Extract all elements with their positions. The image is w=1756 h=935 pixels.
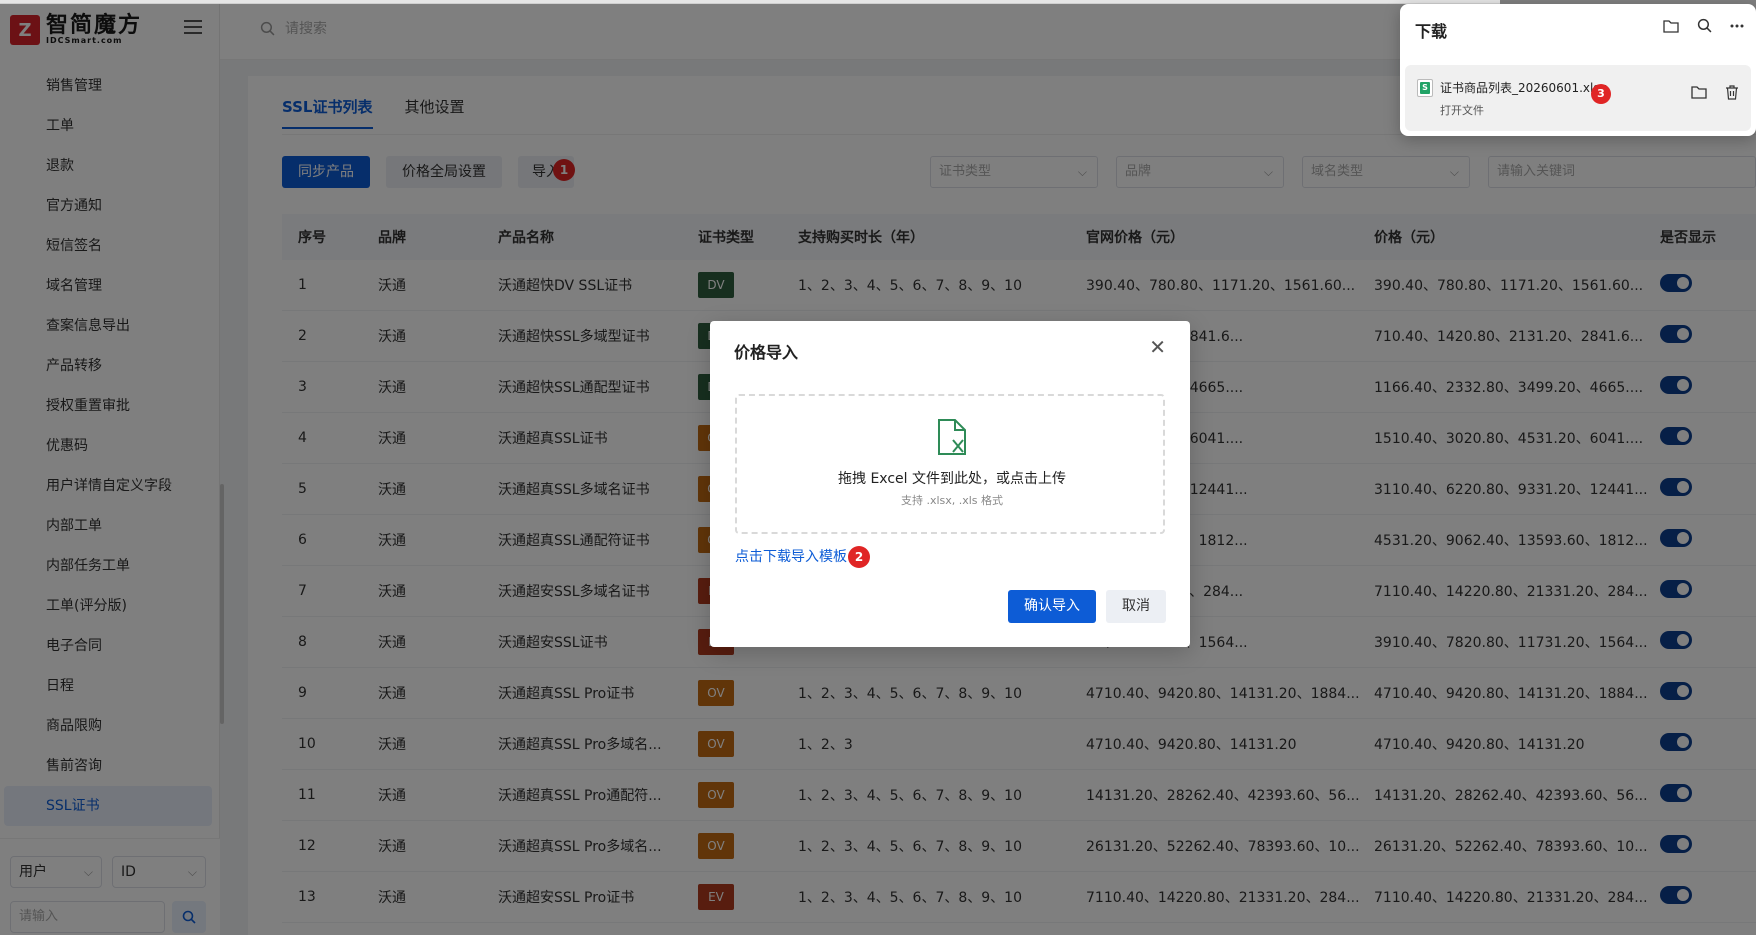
cancel-button[interactable]: 取消 (1106, 590, 1166, 623)
close-icon[interactable]: ✕ (1149, 337, 1166, 357)
download-template-link[interactable]: 点击下载导入模板 (735, 546, 847, 566)
browser-chrome (0, 0, 1500, 4)
open-file-link[interactable]: 打开文件 (1440, 102, 1484, 118)
annotation-badge-3: 3 (1591, 84, 1611, 104)
price-import-modal: 价格导入 ✕ 拖拽 Excel 文件到此处，或点击上传 支持 .xlsx, .x… (710, 321, 1190, 647)
folder-icon[interactable] (1663, 19, 1679, 33)
confirm-import-button[interactable]: 确认导入 (1008, 590, 1096, 623)
download-panel: 下载 S 证书商品列表_20260601.xlsx 打开文件 3 (1400, 4, 1756, 136)
trash-icon[interactable] (1725, 85, 1739, 100)
show-in-folder-icon[interactable] (1691, 85, 1707, 99)
annotation-badge-2: 2 (848, 546, 870, 568)
search-icon[interactable] (1697, 18, 1712, 33)
excel-file-icon (938, 419, 966, 455)
dropzone-text: 拖拽 Excel 文件到此处，或点击上传 (838, 471, 1066, 487)
more-icon[interactable] (1730, 24, 1744, 28)
spreadsheet-file-icon: S (1417, 79, 1433, 97)
download-item[interactable]: S 证书商品列表_20260601.xlsx 打开文件 3 (1405, 65, 1751, 131)
download-file-name: 证书商品列表_20260601.xlsx (1440, 81, 1607, 95)
modal-title: 价格导入 (734, 343, 799, 362)
download-panel-title: 下载 (1415, 22, 1448, 41)
dropzone-subtext: 支持 .xlsx, .xls 格式 (900, 494, 1004, 507)
file-dropzone[interactable]: 拖拽 Excel 文件到此处，或点击上传 支持 .xlsx, .xls 格式 (735, 394, 1165, 534)
